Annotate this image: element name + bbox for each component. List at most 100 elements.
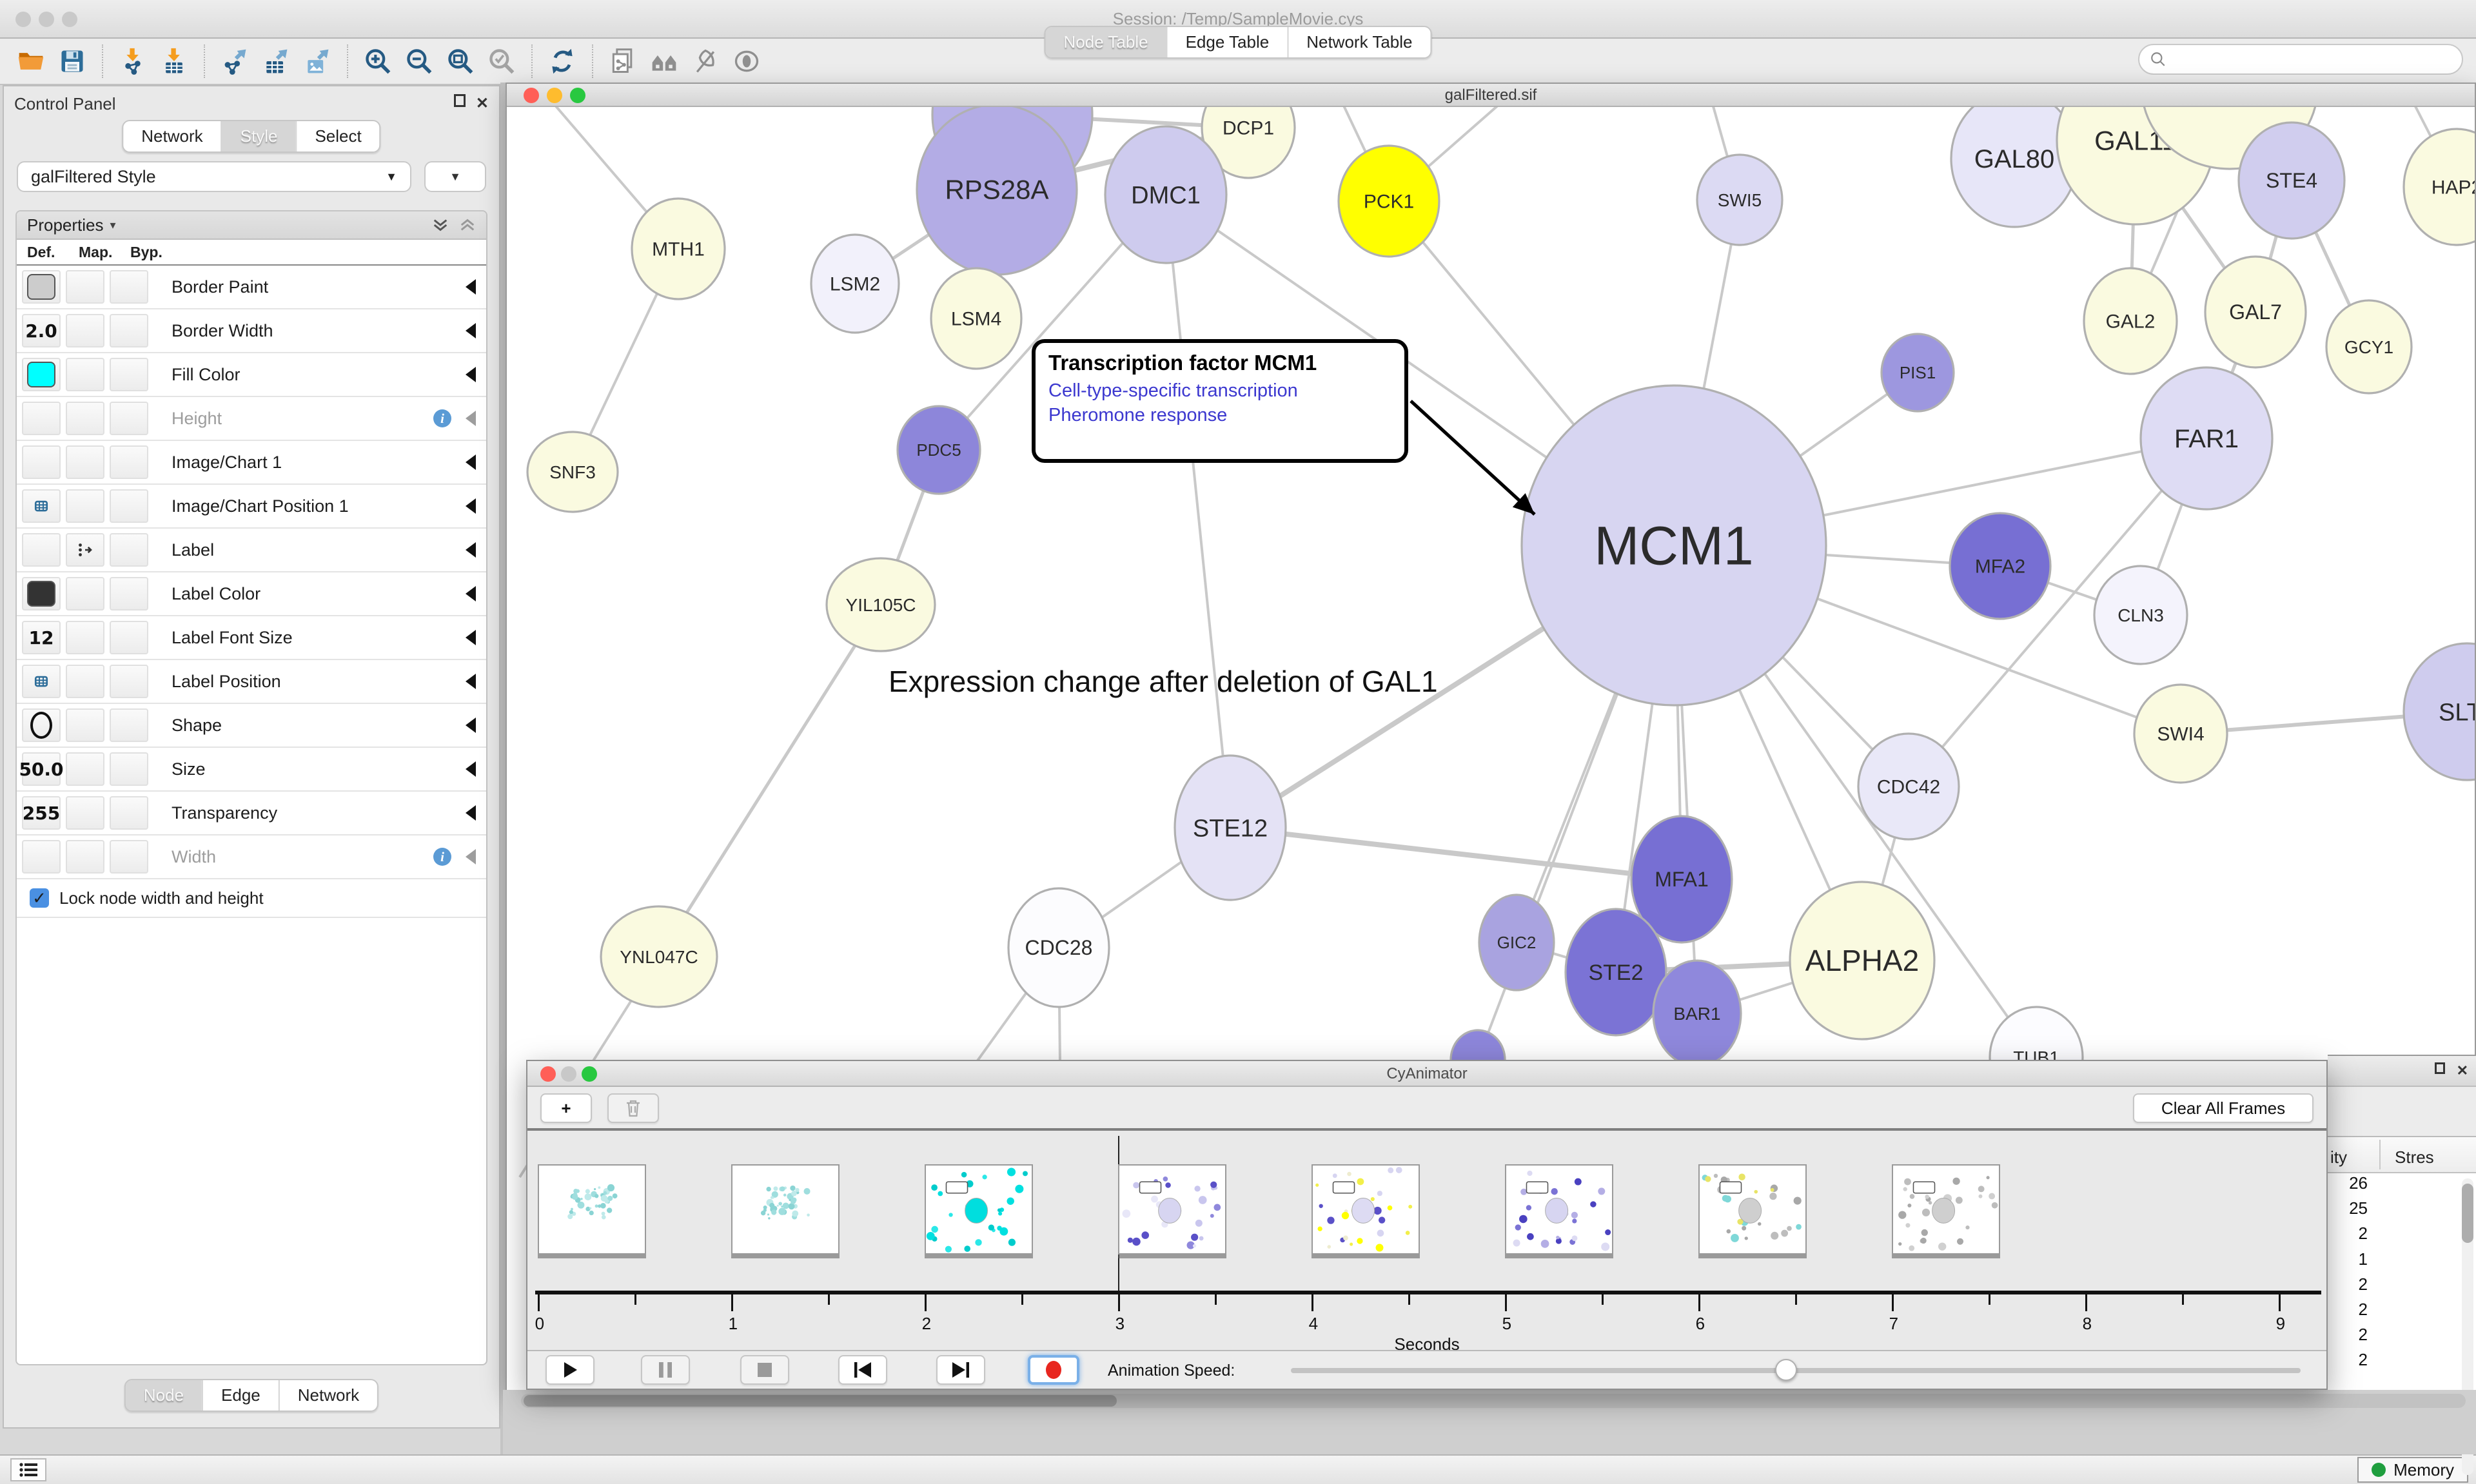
network-node-ynl047c[interactable]: YNL047C <box>601 906 717 1007</box>
expand-row-icon[interactable] <box>466 367 476 382</box>
mapping-cell[interactable] <box>66 489 104 523</box>
property-row-label-position[interactable]: Label Position <box>17 660 486 704</box>
annotation-callout[interactable]: Transcription factor MCM1 Cell-type-spec… <box>1032 339 1408 463</box>
float-panel-icon[interactable] <box>454 94 466 107</box>
expand-row-icon[interactable] <box>466 674 476 689</box>
network-node-mfa2[interactable]: MFA2 <box>1950 513 2050 619</box>
property-row-width[interactable]: Widthi <box>17 835 486 879</box>
expand-row-icon[interactable] <box>466 454 476 470</box>
network-node-ste2[interactable]: STE2 <box>1566 909 1666 1035</box>
network-node-pck1[interactable]: PCK1 <box>1339 146 1439 257</box>
add-frame-button[interactable]: + <box>540 1093 592 1123</box>
expand-row-icon[interactable] <box>466 849 476 864</box>
property-row-height[interactable]: Heighti <box>17 397 486 441</box>
network-node-ste4[interactable]: STE4 <box>2239 122 2344 239</box>
network-node-cln3[interactable]: CLN3 <box>2094 566 2187 664</box>
column-header-fragment[interactable]: ity <box>2330 1147 2347 1167</box>
default-cell[interactable]: 255 <box>22 796 61 830</box>
frame-thumbnail-5s[interactable] <box>1505 1164 1613 1255</box>
mapping-cell[interactable] <box>66 533 104 567</box>
default-cell[interactable] <box>22 445 61 479</box>
network-node-rps28a[interactable]: RPS28A <box>917 107 1077 275</box>
lock-node-size-row[interactable]: ✓ Lock node width and height <box>17 879 486 918</box>
play-button[interactable] <box>545 1355 594 1385</box>
property-row-size[interactable]: 50.0Size <box>17 748 486 792</box>
mapping-cell[interactable] <box>66 621 104 654</box>
mapping-cell[interactable] <box>66 840 104 874</box>
export-image-button[interactable] <box>298 43 337 79</box>
property-row-shape[interactable]: Shape <box>17 704 486 748</box>
zoom-out-button[interactable] <box>400 43 438 79</box>
bypass-cell[interactable] <box>110 270 148 304</box>
cyanimator-titlebar[interactable]: CyAnimator <box>527 1061 2326 1087</box>
table-cell-value[interactable]: 2 <box>2328 1350 2476 1375</box>
checkbox-checked-icon[interactable]: ✓ <box>30 888 49 908</box>
bypass-cell[interactable] <box>110 665 148 698</box>
bypass-cell[interactable] <box>110 533 148 567</box>
tab-edge-table[interactable]: Edge Table <box>1166 27 1288 57</box>
table-cell-value[interactable]: 2 <box>2328 1274 2476 1300</box>
annotation-link[interactable]: Cell-type-specific transcription <box>1048 379 1391 404</box>
expand-row-icon[interactable] <box>466 498 476 514</box>
column-header-fragment[interactable]: Stres <box>2395 1147 2434 1167</box>
expand-row-icon[interactable] <box>466 323 476 338</box>
mapping-cell[interactable] <box>66 708 104 742</box>
default-cell[interactable] <box>22 533 61 567</box>
mapping-cell[interactable] <box>66 665 104 698</box>
property-row-border-width[interactable]: 2.0Border Width <box>17 309 486 353</box>
zoom-fit-button[interactable] <box>441 43 480 79</box>
network-node-swi4[interactable]: SWI4 <box>2134 685 2227 783</box>
bypass-cell[interactable] <box>110 402 148 435</box>
default-cell[interactable] <box>22 489 61 523</box>
network-node-hap2[interactable]: HAP2 <box>2404 129 2475 245</box>
frame-thumbnail-6s[interactable] <box>1698 1164 1807 1255</box>
panel-splitter[interactable] <box>500 83 506 1454</box>
stop-button[interactable] <box>740 1355 789 1385</box>
bypass-cell[interactable] <box>110 489 148 523</box>
frame-thumbnail-2s[interactable] <box>925 1164 1033 1255</box>
expand-row-icon[interactable] <box>466 279 476 295</box>
task-history-button[interactable] <box>10 1458 46 1481</box>
expand-row-icon[interactable] <box>466 718 476 733</box>
network-node-gic2[interactable]: GIC2 <box>1479 895 1554 990</box>
network-node-gal7[interactable]: GAL7 <box>2205 257 2306 367</box>
clear-all-frames-button[interactable]: Clear All Frames <box>2133 1093 2314 1123</box>
previous-frame-button[interactable] <box>838 1355 887 1385</box>
search-input[interactable] <box>2138 44 2463 75</box>
save-session-button[interactable] <box>53 43 92 79</box>
frame-thumbnail-7s[interactable] <box>1892 1164 2000 1255</box>
expand-all-icon[interactable] <box>432 217 449 233</box>
frame-thumbnail-3s[interactable] <box>1118 1164 1226 1255</box>
hide-annotations-button[interactable] <box>686 43 725 79</box>
export-network-button[interactable] <box>215 43 254 79</box>
horizontal-scrollbar[interactable] <box>521 1394 2466 1408</box>
network-node-alpha2[interactable]: ALPHA2 <box>1790 882 1934 1039</box>
current-style-select[interactable]: galFiltered Style ▼ <box>17 161 411 192</box>
properties-header[interactable]: Properties ▾ <box>17 211 486 240</box>
memory-button[interactable]: Memory <box>2357 1457 2468 1483</box>
tab-network-table[interactable]: Network Table <box>1287 27 1430 57</box>
tab-edge[interactable]: Edge <box>202 1380 279 1411</box>
tab-style[interactable]: Style <box>221 121 296 151</box>
mapping-cell[interactable] <box>66 358 104 391</box>
property-row-image-chart-position-1[interactable]: Image/Chart Position 1 <box>17 485 486 529</box>
tab-network[interactable]: Network <box>123 121 221 151</box>
default-cell[interactable] <box>22 665 61 698</box>
default-cell[interactable]: 2.0 <box>22 314 61 347</box>
network-node-lsm2[interactable]: LSM2 <box>811 235 899 333</box>
default-cell[interactable]: 12 <box>22 621 61 654</box>
mapping-cell[interactable] <box>66 752 104 786</box>
network-node-bar1[interactable]: BAR1 <box>1653 961 1741 1066</box>
expand-row-icon[interactable] <box>466 805 476 821</box>
style-options-button[interactable]: ▼ <box>424 161 486 192</box>
default-cell[interactable] <box>22 708 61 742</box>
network-node-yil105c[interactable]: YIL105C <box>827 558 935 651</box>
close-panel-icon[interactable]: ✕ <box>476 94 489 113</box>
expand-row-icon[interactable] <box>466 542 476 558</box>
default-cell[interactable] <box>22 270 61 304</box>
animation-speed-slider[interactable] <box>1291 1368 2301 1373</box>
mapping-cell[interactable] <box>66 402 104 435</box>
collapse-all-icon[interactable] <box>459 217 476 233</box>
tab-node[interactable]: Node <box>126 1380 202 1411</box>
property-row-image-chart-1[interactable]: Image/Chart 1 <box>17 441 486 485</box>
